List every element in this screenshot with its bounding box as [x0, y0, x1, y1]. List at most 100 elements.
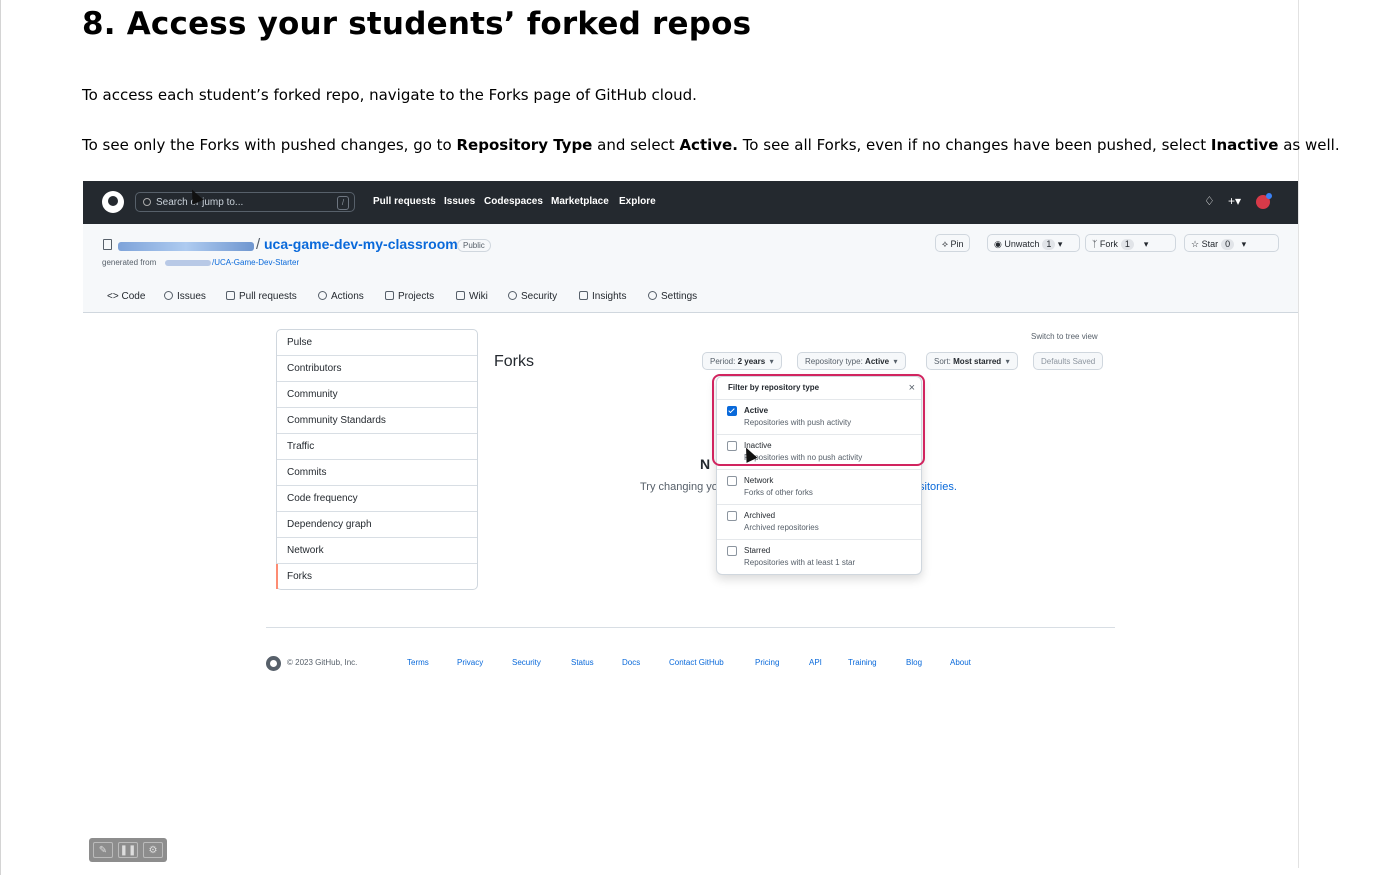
eye-icon: ◉ [994, 239, 1005, 249]
sidenav-item-contributors[interactable]: Contributors [277, 356, 477, 382]
footer-link-security[interactable]: Security [512, 658, 541, 667]
play-icon [318, 291, 327, 300]
search-input[interactable]: Search or jump to... / [135, 192, 355, 212]
repo-path-separator: / [256, 236, 261, 253]
star-button[interactable]: ☆ Star 0 ▾ [1184, 234, 1279, 252]
tab-label: Actions [331, 291, 364, 302]
sidenav-item-traffic[interactable]: Traffic [277, 434, 477, 460]
shield-icon [508, 291, 517, 300]
sidenav-item-community-standards[interactable]: Community Standards [277, 408, 477, 434]
footer-link-api[interactable]: API [809, 658, 822, 667]
option-description: Forks of other forks [744, 488, 813, 497]
redacted-owner [118, 242, 254, 251]
visibility-badge: Public [457, 239, 491, 252]
github-logo-icon[interactable] [102, 191, 124, 213]
sidenav-item-network[interactable]: Network [277, 538, 477, 564]
sidenav-item-pulse[interactable]: Pulse [277, 330, 477, 356]
tab-projects[interactable]: Projects [385, 291, 434, 302]
paragraph-instructions: To see only the Forks with pushed change… [82, 136, 1340, 154]
pause-icon[interactable]: ❚❚ [118, 842, 138, 858]
footer-link-terms[interactable]: Terms [407, 658, 429, 667]
period-filter-button[interactable]: Period: 2 years ▾ [702, 352, 782, 370]
sort-label: Sort: [934, 357, 951, 366]
tab-label: Settings [661, 291, 698, 302]
nav-codespaces[interactable]: Codespaces [484, 196, 543, 207]
footer-link-status[interactable]: Status [571, 658, 594, 667]
bell-icon[interactable]: ♢ [1204, 194, 1215, 208]
nav-marketplace[interactable]: Marketplace [551, 196, 609, 207]
tab-settings[interactable]: Settings [648, 291, 697, 302]
repo-name-link[interactable]: uca-game-dev-my-classroom [264, 236, 458, 252]
text-run: as well. [1278, 136, 1340, 154]
sort-value: Most starred [953, 357, 1002, 366]
repo-icon [103, 239, 112, 250]
dropdown-option-network[interactable]: Network Forks of other forks [717, 469, 921, 504]
sidenav-item-community[interactable]: Community [277, 382, 477, 408]
sidenav-item-forks[interactable]: Forks [276, 564, 477, 589]
issue-icon [164, 291, 173, 300]
footer-copyright: © 2023 GitHub, Inc. [287, 658, 358, 667]
template-repo-link[interactable]: /UCA-Game-Dev-Starter [212, 258, 299, 267]
footer-link-about[interactable]: About [950, 658, 971, 667]
forks-page-title: Forks [494, 353, 534, 370]
sidenav-item-dependency-graph[interactable]: Dependency graph [277, 512, 477, 538]
sidenav-item-commits[interactable]: Commits [277, 460, 477, 486]
sidenav-item-code-frequency[interactable]: Code frequency [277, 486, 477, 512]
footer-link-blog[interactable]: Blog [906, 658, 922, 667]
checkbox-icon[interactable] [727, 546, 737, 556]
footer-link-privacy[interactable]: Privacy [457, 658, 483, 667]
book-icon [456, 291, 465, 300]
graph-icon [579, 291, 588, 300]
fork-count: 1 [1120, 239, 1134, 250]
empty-state-title: N [700, 456, 711, 472]
fork-icon: ᛉ [1092, 239, 1100, 249]
github-footer-logo-icon[interactable] [266, 656, 281, 671]
page-border-right [1298, 0, 1299, 868]
insights-sidenav: Pulse Contributors Community Community S… [276, 329, 478, 590]
nav-pull-requests[interactable]: Pull requests [373, 196, 436, 207]
repo-type-value: Active [865, 357, 890, 366]
page-border-left [0, 0, 1, 875]
empty-state-link[interactable]: sitories. [919, 481, 957, 493]
code-icon: <> [107, 291, 122, 302]
edit-icon[interactable]: ✎ [93, 842, 113, 858]
settings-icon[interactable]: ⚙ [143, 842, 163, 858]
empty-state-text: Try changing yo [640, 481, 718, 493]
star-label: Star [1201, 239, 1219, 249]
tab-insights[interactable]: Insights [579, 291, 626, 302]
footer-link-contact[interactable]: Contact GitHub [669, 658, 724, 667]
table-icon [385, 291, 394, 300]
nav-issues[interactable]: Issues [444, 196, 475, 207]
tab-issues[interactable]: Issues [164, 291, 206, 302]
dropdown-option-starred[interactable]: Starred Repositories with at least 1 sta… [717, 539, 921, 574]
checkbox-icon[interactable] [727, 511, 737, 521]
tab-security[interactable]: Security [508, 291, 557, 302]
defaults-saved-button[interactable]: Defaults Saved [1033, 352, 1104, 370]
repo-type-label: Repository type: [805, 357, 863, 366]
tab-label: Code [121, 291, 146, 302]
tab-code[interactable]: <> Code [107, 291, 145, 302]
repo-type-filter-button[interactable]: Repository type: Active ▾ [797, 352, 906, 370]
switch-tree-view-link[interactable]: Switch to tree view [1031, 332, 1098, 341]
plus-dropdown-icon[interactable]: +▾ [1228, 194, 1241, 208]
footer-link-docs[interactable]: Docs [622, 658, 640, 667]
sort-filter-button[interactable]: Sort: Most starred ▾ [926, 352, 1018, 370]
nav-explore[interactable]: Explore [619, 196, 656, 207]
tab-actions[interactable]: Actions [318, 291, 364, 302]
fork-button[interactable]: ᛉ Fork 1 ▾ [1085, 234, 1176, 252]
pin-button[interactable]: ⟡ Pin [935, 234, 971, 252]
tab-wiki[interactable]: Wiki [456, 291, 488, 302]
bold-inactive: Inactive [1210, 136, 1279, 154]
footer-link-pricing[interactable]: Pricing [755, 658, 779, 667]
tab-pull-requests[interactable]: Pull requests [226, 291, 297, 302]
unwatch-button[interactable]: ◉ Unwatch 1 ▾ [987, 234, 1080, 252]
star-count: 0 [1221, 239, 1235, 250]
footer-link-training[interactable]: Training [848, 658, 877, 667]
option-description: Repositories with at least 1 star [744, 558, 856, 567]
paragraph-intro: To access each student’s forked repo, na… [82, 86, 697, 104]
checkbox-icon[interactable] [727, 476, 737, 486]
text-run: To see all Forks, even if no changes hav… [737, 136, 1211, 154]
dropdown-option-archived[interactable]: Archived Archived repositories [717, 504, 921, 539]
pull-request-icon [226, 291, 235, 300]
video-player-controls: ✎ ❚❚ ⚙ [89, 838, 167, 862]
